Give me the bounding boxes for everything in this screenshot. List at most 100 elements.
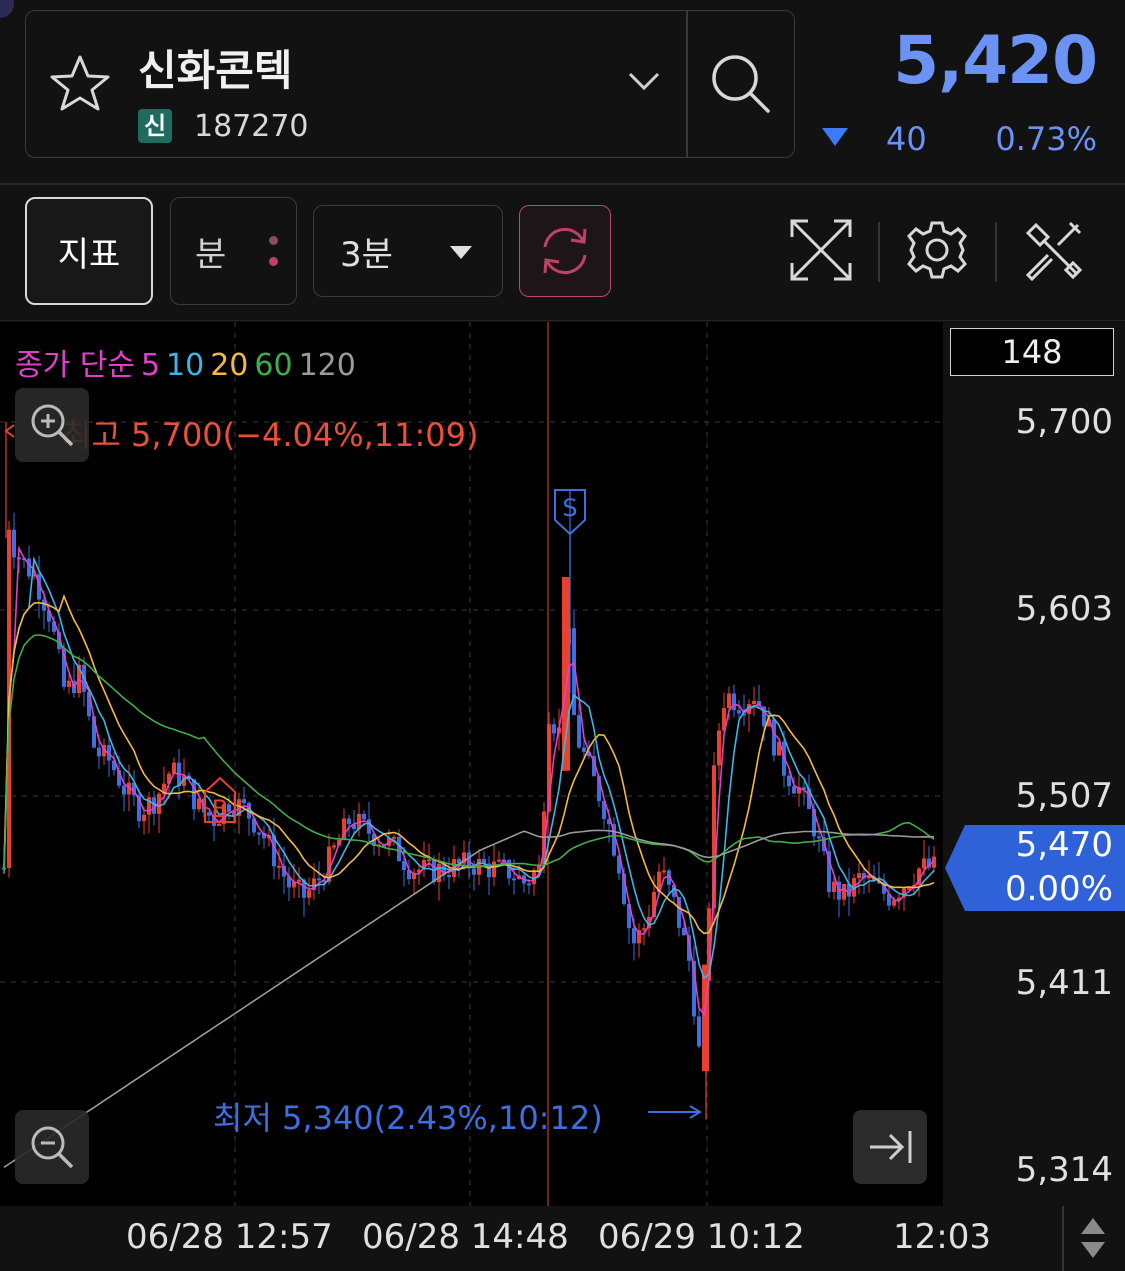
y-tick: 5,314 <box>1015 1150 1113 1190</box>
legend-prefix: 종가 단순 <box>15 348 135 383</box>
candle-body <box>577 715 581 748</box>
divider <box>995 222 997 282</box>
scroll-arrows-icon[interactable] <box>1078 1216 1108 1264</box>
candle-body <box>732 693 736 711</box>
ma-legend: 종가 단순 5 10 20 60 120 <box>15 340 362 384</box>
candle-body <box>492 861 496 878</box>
scroll-to-end-button[interactable] <box>853 1110 927 1184</box>
candle-body <box>497 859 501 862</box>
indicator-button[interactable]: 지표 <box>25 197 153 305</box>
more-dots-icon <box>269 236 278 278</box>
gear-icon[interactable] <box>902 215 972 289</box>
candle-body <box>297 879 301 882</box>
candle-body <box>697 1016 701 1047</box>
candle-body <box>317 878 321 881</box>
y-tick: 5,700 <box>1015 402 1113 442</box>
candle-body <box>257 832 261 835</box>
candle-body <box>122 785 126 795</box>
refresh-icon <box>543 227 587 275</box>
minute-label: 분 <box>195 234 227 275</box>
indicator-label: 지표 <box>57 234 121 275</box>
candle-body <box>307 890 311 898</box>
candle-body <box>12 529 16 558</box>
legend-ma5: 5 <box>140 348 161 383</box>
candle-body <box>752 700 756 705</box>
candle-body <box>347 818 351 825</box>
price-axis[interactable] <box>943 322 1125 1206</box>
ma-line-10 <box>3 555 935 980</box>
legend-ma120: 120 <box>298 348 356 383</box>
market-badge: 신 <box>138 109 172 143</box>
stock-selector[interactable]: 신화콘텍 신 187270 <box>25 10 795 158</box>
candle-body <box>97 747 101 757</box>
refresh-button[interactable] <box>519 205 611 297</box>
candle-body <box>362 814 366 820</box>
header-divider <box>0 183 1125 185</box>
chevron-down-icon[interactable] <box>626 69 662 97</box>
price-change-pct: 0.73% <box>995 120 1097 158</box>
search-button[interactable] <box>688 11 794 157</box>
zoom-out-button[interactable] <box>15 1110 89 1184</box>
down-arrow-icon <box>822 128 848 146</box>
toolbar-divider <box>0 320 1125 321</box>
buy-marker-label: B <box>212 795 228 823</box>
candle-body <box>472 868 476 875</box>
candle-body <box>787 775 791 787</box>
current-price-tag: 5,470 0.00% <box>945 823 1125 913</box>
sell-marker-label: S <box>562 494 577 522</box>
legend-ma60: 60 <box>254 348 293 383</box>
ma-line-60 <box>3 634 935 874</box>
candle-body <box>857 873 861 879</box>
candle-body <box>402 860 406 871</box>
stock-code: 187270 <box>194 109 309 144</box>
candle-body <box>842 883 846 900</box>
candle-body <box>217 823 221 826</box>
volume-box: 148 <box>950 328 1114 376</box>
zoom-in-icon <box>31 404 74 447</box>
candle-body <box>27 558 31 577</box>
candle-body <box>172 762 176 774</box>
candle-body <box>562 577 570 771</box>
divider <box>878 222 880 282</box>
current-price: 5,420 <box>893 22 1098 99</box>
candle-body <box>242 799 246 804</box>
x-tick: 12:03 <box>893 1217 991 1257</box>
candle-body <box>737 710 741 714</box>
candle-body <box>447 874 451 878</box>
current-price-tag-pct: 0.00% <box>1004 869 1113 909</box>
candle-body <box>727 693 731 709</box>
interval-select[interactable]: 3분 <box>313 205 503 297</box>
candle-body <box>817 836 821 839</box>
candle-body <box>527 883 531 886</box>
y-tick: 5,507 <box>1015 776 1113 816</box>
expand-icon[interactable] <box>786 215 856 289</box>
legend-ma20: 20 <box>210 348 249 383</box>
y-tick: 5,603 <box>1015 589 1113 629</box>
candle-body <box>832 881 836 893</box>
price-change: 40 <box>886 120 927 158</box>
candle-body <box>142 814 146 822</box>
current-price-tag-value: 5,470 <box>1015 825 1113 865</box>
low-annotation: 최저 5,340(2.43%,10:12) <box>213 1099 603 1137</box>
corner-decoration <box>0 0 14 18</box>
candle-body <box>922 858 926 869</box>
divider <box>1062 1206 1064 1271</box>
star-icon[interactable] <box>48 53 112 117</box>
candle-body <box>507 859 511 879</box>
interval-value: 3분 <box>340 234 393 275</box>
candle-body <box>717 730 721 766</box>
x-tick: 06/29 10:12 <box>598 1217 805 1257</box>
candle-body <box>332 845 336 848</box>
tools-icon[interactable] <box>1018 215 1088 289</box>
y-tick: 5,411 <box>1015 963 1113 1003</box>
candle-body <box>67 680 71 687</box>
candle-body <box>792 786 796 794</box>
high-annotation: 최고 5,700(−4.04%,11:09) <box>62 416 479 454</box>
zoom-in-button[interactable] <box>15 388 89 462</box>
candle-body <box>632 928 636 944</box>
legend-ma10: 10 <box>166 348 205 383</box>
candle-body <box>427 859 431 862</box>
minute-button[interactable]: 분 <box>170 197 297 305</box>
x-tick: 06/28 12:57 <box>126 1217 333 1257</box>
dropdown-arrow-icon <box>450 246 472 259</box>
